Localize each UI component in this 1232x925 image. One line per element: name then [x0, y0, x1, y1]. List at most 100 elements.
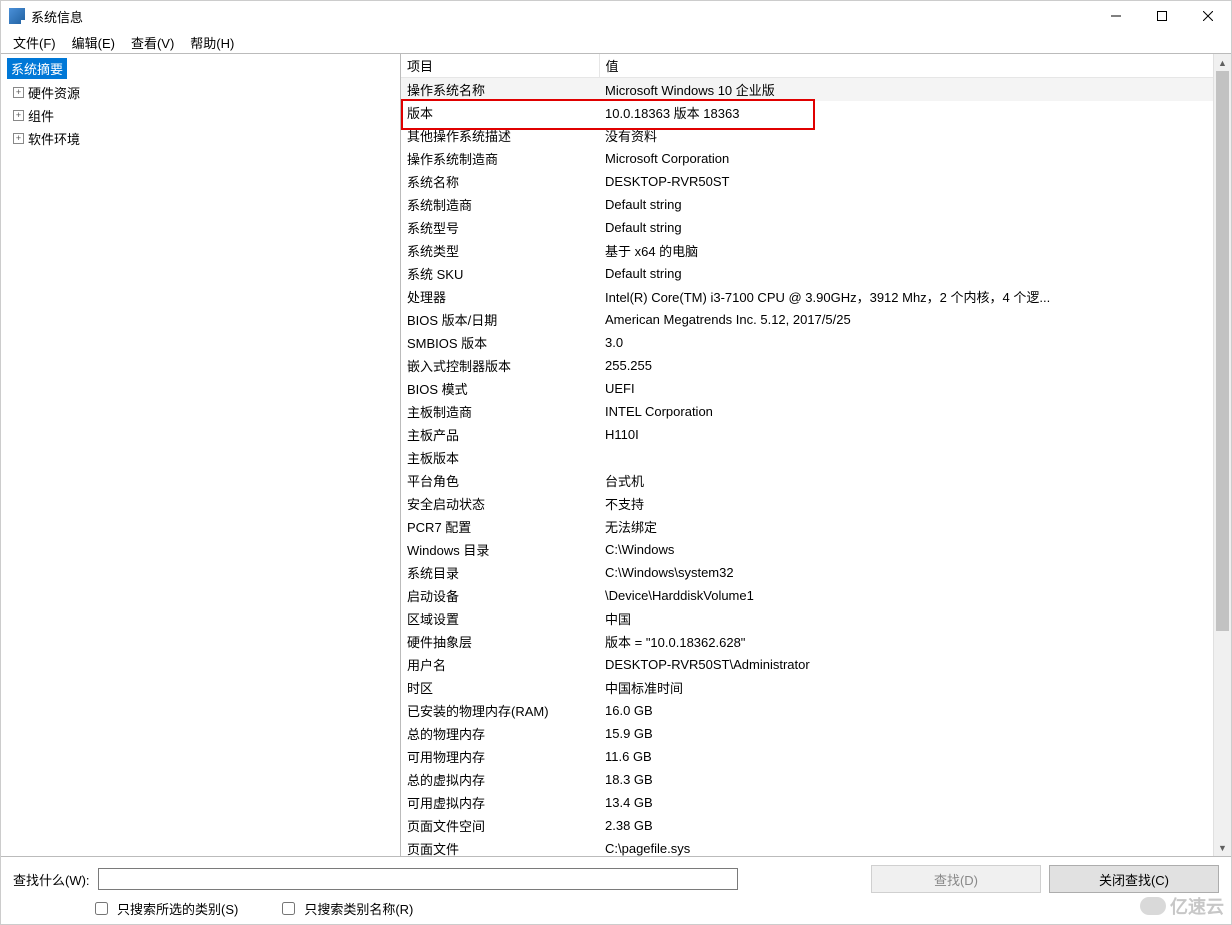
table-row[interactable]: BIOS 模式UEFI: [401, 377, 1231, 400]
table-row[interactable]: 系统类型基于 x64 的电脑: [401, 239, 1231, 262]
cell-value: C:\pagefile.sys: [599, 837, 1231, 856]
chk-selected-only[interactable]: 只搜索所选的类别(S): [91, 899, 238, 918]
cell-item: 系统制造商: [401, 193, 599, 216]
table-row[interactable]: 其他操作系统描述没有资料: [401, 124, 1231, 147]
cell-item: SMBIOS 版本: [401, 331, 599, 354]
chk-names-only-box[interactable]: [282, 902, 295, 915]
cell-item: 系统型号: [401, 216, 599, 239]
table-row[interactable]: 版本10.0.18363 版本 18363: [401, 101, 1231, 124]
minimize-button[interactable]: [1093, 1, 1139, 31]
table-row[interactable]: 已安装的物理内存(RAM)16.0 GB: [401, 699, 1231, 722]
tree-item[interactable]: + 硬件资源: [13, 81, 400, 104]
menu-file[interactable]: 文件(F): [7, 31, 62, 54]
cell-value: C:\Windows: [599, 538, 1231, 561]
vertical-scrollbar[interactable]: ▲ ▼: [1213, 54, 1231, 856]
table-row[interactable]: PCR7 配置无法绑定: [401, 515, 1231, 538]
table-row[interactable]: 总的虚拟内存18.3 GB: [401, 768, 1231, 791]
cell-value: 基于 x64 的电脑: [599, 239, 1231, 262]
table-row[interactable]: 系统 SKUDefault string: [401, 262, 1231, 285]
col-value[interactable]: 值: [599, 54, 1231, 78]
cell-item: 系统类型: [401, 239, 599, 262]
chk-selected-only-box[interactable]: [95, 902, 108, 915]
menu-view[interactable]: 查看(V): [125, 31, 180, 54]
cell-value: Microsoft Windows 10 企业版: [599, 78, 1231, 102]
maximize-button[interactable]: [1139, 1, 1185, 31]
table-row[interactable]: 可用物理内存11.6 GB: [401, 745, 1231, 768]
cell-item: BIOS 版本/日期: [401, 308, 599, 331]
tree-item-label: 硬件资源: [28, 83, 80, 102]
table-row[interactable]: 系统目录C:\Windows\system32: [401, 561, 1231, 584]
cell-value: 16.0 GB: [599, 699, 1231, 722]
table-row[interactable]: 页面文件空间2.38 GB: [401, 814, 1231, 837]
table-row[interactable]: SMBIOS 版本3.0: [401, 331, 1231, 354]
cell-value: 2.38 GB: [599, 814, 1231, 837]
table-row[interactable]: 总的物理内存15.9 GB: [401, 722, 1231, 745]
table-row[interactable]: 可用虚拟内存13.4 GB: [401, 791, 1231, 814]
cell-value: 台式机: [599, 469, 1231, 492]
chk-selected-only-label: 只搜索所选的类别(S): [117, 899, 238, 918]
table-row[interactable]: Windows 目录C:\Windows: [401, 538, 1231, 561]
menu-help[interactable]: 帮助(H): [184, 31, 240, 54]
table-row[interactable]: 主板制造商INTEL Corporation: [401, 400, 1231, 423]
find-button[interactable]: 查找(D): [871, 865, 1041, 893]
table-row[interactable]: 启动设备\Device\HarddiskVolume1: [401, 584, 1231, 607]
cell-item: 总的虚拟内存: [401, 768, 599, 791]
table-row[interactable]: 系统型号Default string: [401, 216, 1231, 239]
table-row[interactable]: 平台角色台式机: [401, 469, 1231, 492]
scrollbar-thumb[interactable]: [1216, 71, 1229, 631]
cell-item: PCR7 配置: [401, 515, 599, 538]
cell-item: 页面文件: [401, 837, 599, 856]
table-row[interactable]: 主板产品H110I: [401, 423, 1231, 446]
system-info-window: 系统信息 文件(F) 编辑(E) 查看(V) 帮助(H) 系统摘要 +硬件资源+…: [0, 0, 1232, 925]
chk-names-only[interactable]: 只搜索类别名称(R): [278, 899, 413, 918]
search-input[interactable]: [98, 868, 738, 890]
cell-value: 18.3 GB: [599, 768, 1231, 791]
col-item[interactable]: 项目: [401, 54, 599, 78]
table-row[interactable]: 用户名DESKTOP-RVR50ST\Administrator: [401, 653, 1231, 676]
search-label: 查找什么(W):: [13, 870, 90, 889]
cell-value: 15.9 GB: [599, 722, 1231, 745]
table-row[interactable]: 区域设置中国: [401, 607, 1231, 630]
table-row[interactable]: 系统制造商Default string: [401, 193, 1231, 216]
expander-icon[interactable]: +: [13, 87, 24, 98]
cell-item: 操作系统名称: [401, 78, 599, 102]
table-row[interactable]: BIOS 版本/日期American Megatrends Inc. 5.12,…: [401, 308, 1231, 331]
cell-item: Windows 目录: [401, 538, 599, 561]
cell-value: Default string: [599, 262, 1231, 285]
tree-item-label: 软件环境: [28, 129, 80, 148]
tree-root[interactable]: 系统摘要: [7, 58, 67, 79]
close-button[interactable]: [1185, 1, 1231, 31]
table-row[interactable]: 时区中国标准时间: [401, 676, 1231, 699]
table-row[interactable]: 页面文件C:\pagefile.sys: [401, 837, 1231, 856]
table-row[interactable]: 处理器Intel(R) Core(TM) i3-7100 CPU @ 3.90G…: [401, 285, 1231, 308]
table-row[interactable]: 主板版本: [401, 446, 1231, 469]
body-split: 系统摘要 +硬件资源+组件+软件环境 项目 值 操作系统名称Microsoft …: [1, 53, 1231, 857]
cell-item: 主板版本: [401, 446, 599, 469]
close-find-button[interactable]: 关闭查找(C): [1049, 865, 1219, 893]
cell-value: 3.0: [599, 331, 1231, 354]
scroll-up-arrow[interactable]: ▲: [1214, 54, 1231, 71]
cell-value: DESKTOP-RVR50ST: [599, 170, 1231, 193]
cell-value: 13.4 GB: [599, 791, 1231, 814]
table-row[interactable]: 操作系统制造商Microsoft Corporation: [401, 147, 1231, 170]
table-row[interactable]: 安全启动状态不支持: [401, 492, 1231, 515]
cell-value: 中国标准时间: [599, 676, 1231, 699]
cell-value: 11.6 GB: [599, 745, 1231, 768]
table-row[interactable]: 硬件抽象层版本 = "10.0.18362.628": [401, 630, 1231, 653]
cell-item: 可用虚拟内存: [401, 791, 599, 814]
expander-icon[interactable]: +: [13, 110, 24, 121]
tree-item[interactable]: + 软件环境: [13, 127, 400, 150]
cell-value: 10.0.18363 版本 18363: [599, 101, 1231, 124]
table-row[interactable]: 操作系统名称Microsoft Windows 10 企业版: [401, 78, 1231, 102]
table-row[interactable]: 嵌入式控制器版本255.255: [401, 354, 1231, 377]
cell-value: \Device\HarddiskVolume1: [599, 584, 1231, 607]
table-row[interactable]: 系统名称DESKTOP-RVR50ST: [401, 170, 1231, 193]
scroll-down-arrow[interactable]: ▼: [1214, 839, 1231, 856]
tree-item[interactable]: +组件: [13, 104, 400, 127]
cell-item: 嵌入式控制器版本: [401, 354, 599, 377]
cell-value: 没有资料: [599, 124, 1231, 147]
cell-value: Default string: [599, 193, 1231, 216]
menu-edit[interactable]: 编辑(E): [66, 31, 121, 54]
cell-item: BIOS 模式: [401, 377, 599, 400]
expander-icon[interactable]: +: [13, 133, 24, 144]
